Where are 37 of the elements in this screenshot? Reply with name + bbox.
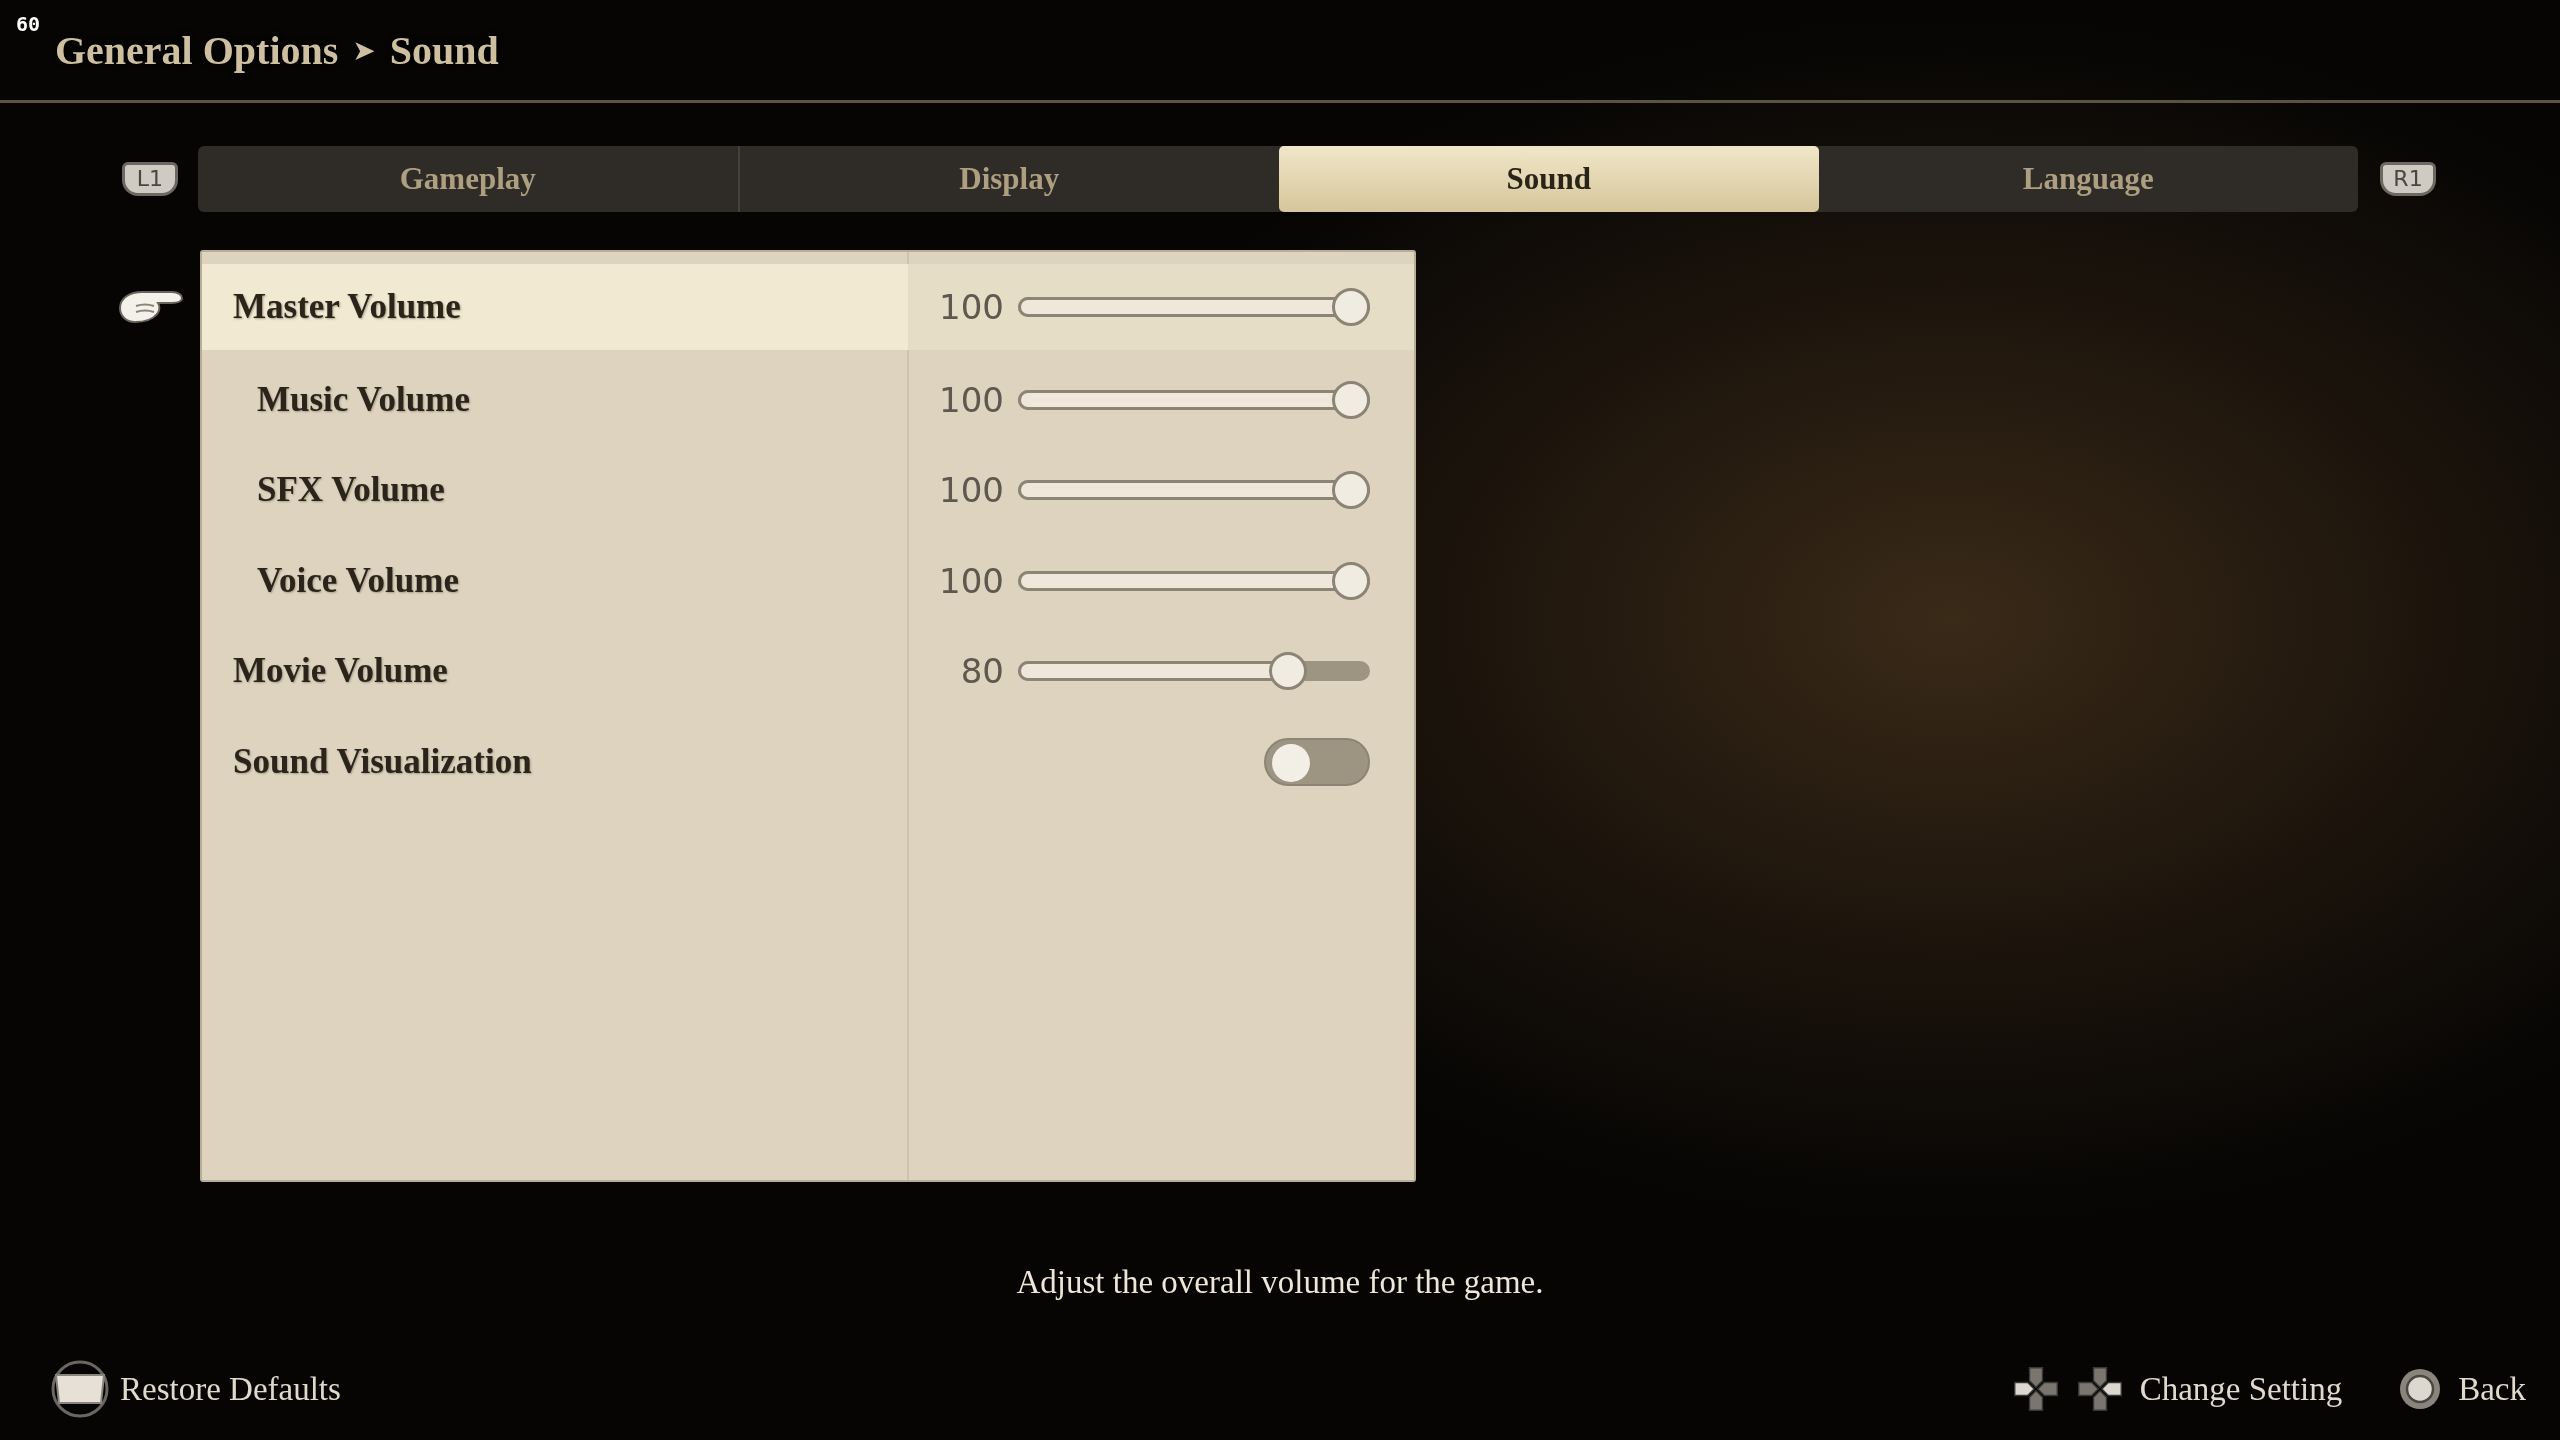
- slider[interactable]: [1018, 380, 1370, 419]
- description-text: Adjust the overall volume for the game.: [1015, 1264, 1545, 1301]
- breadcrumb-separator: ➤: [352, 33, 376, 67]
- slider[interactable]: [1018, 561, 1370, 600]
- setting-label: Voice Volume: [257, 560, 459, 601]
- setting-row[interactable]: Voice Volume 100: [202, 535, 1414, 626]
- fps-counter: 60: [16, 12, 41, 36]
- shoulder-button[interactable]: R1: [2380, 162, 2436, 196]
- slider[interactable]: [1018, 471, 1370, 510]
- breadcrumb-parent[interactable]: General Options: [55, 26, 339, 74]
- setting-row[interactable]: Music Volume 100: [202, 354, 1414, 445]
- slider[interactable]: [1018, 652, 1370, 691]
- setting-row[interactable]: Movie Volume 80: [202, 626, 1414, 717]
- circle-button-icon: [2398, 1367, 2443, 1411]
- setting-value: 100: [938, 379, 1004, 420]
- setting-label: Music Volume: [257, 379, 470, 420]
- setting-value: 100: [938, 470, 1004, 511]
- slider[interactable]: [1018, 288, 1370, 326]
- back-label[interactable]: Back: [2458, 1370, 2526, 1408]
- restore-defaults-label[interactable]: Restore Defaults: [120, 1370, 341, 1408]
- setting-label: SFX Volume: [257, 470, 445, 511]
- setting-value: 100: [938, 287, 1004, 327]
- change-setting-label[interactable]: Change Setting: [2139, 1370, 2343, 1408]
- tab[interactable]: Sound: [1279, 146, 1819, 212]
- tab[interactable]: Language: [1818, 146, 2358, 212]
- breadcrumb-current: Sound: [389, 26, 499, 74]
- setting-label: Sound Visualization: [233, 741, 532, 782]
- setting-label: Master Volume: [233, 287, 461, 327]
- setting-row[interactable]: Sound Visualization: [202, 716, 1414, 807]
- setting-value: 80: [959, 651, 1004, 692]
- shoulder-button[interactable]: L1: [122, 162, 178, 196]
- setting-label: Movie Volume: [233, 651, 448, 692]
- setting-value: 100: [938, 560, 1004, 601]
- tab[interactable]: Gameplay: [198, 146, 738, 212]
- toggle-switch[interactable]: [1264, 737, 1370, 786]
- square-button-icon: [50, 1359, 110, 1419]
- setting-row[interactable]: SFX Volume 100: [202, 445, 1414, 536]
